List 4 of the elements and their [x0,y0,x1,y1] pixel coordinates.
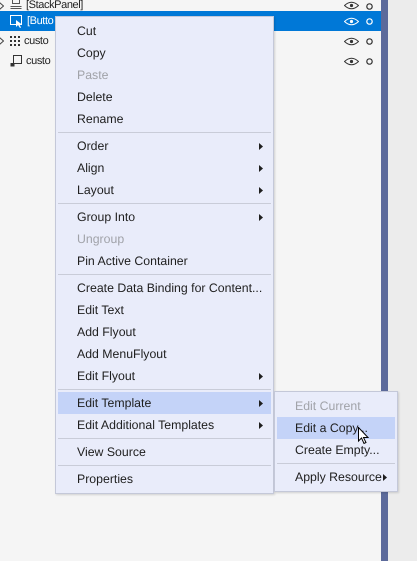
tree-item-label: custo [24,35,50,47]
tree-item-label: [Butto [27,15,54,27]
tree-item-label: custo [26,55,52,67]
tree-item-label: [StackPanel] [26,0,84,11]
